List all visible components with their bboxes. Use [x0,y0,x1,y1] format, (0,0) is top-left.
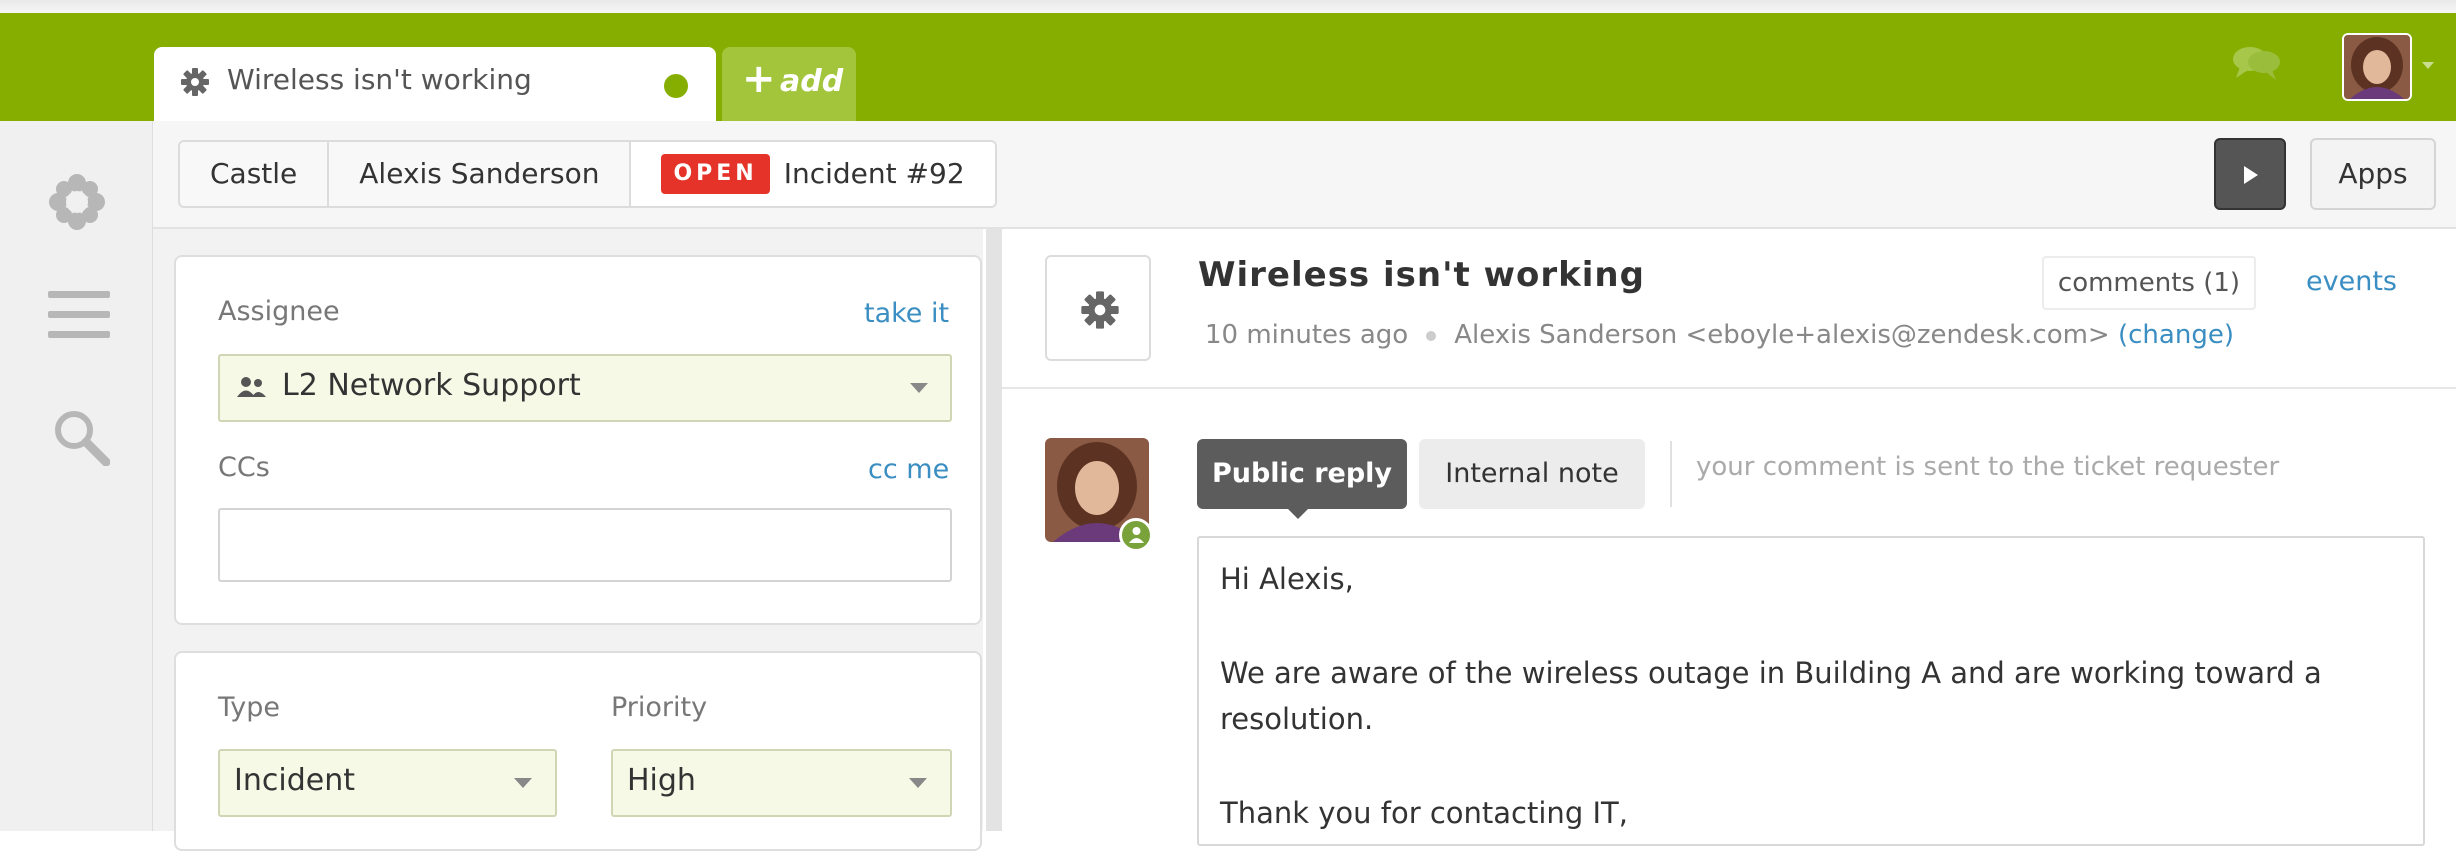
change-requester-link[interactable]: (change) [2118,320,2234,350]
ticket-meta: 10 minutes ago Alexis Sanderson <eboyle+a… [1205,320,2234,350]
ccs-input[interactable] [218,508,952,582]
play-icon [2244,166,2258,184]
tab-wireless-ticket[interactable]: Wireless isn't working [154,47,716,121]
priority-label: Priority [611,692,708,723]
ticket-label: Incident #92 [783,157,965,190]
ticket-time: 10 minutes ago [1205,320,1409,350]
agent-badge-icon [1119,518,1153,552]
public-reply-button[interactable]: Public reply [1197,439,1407,509]
take-it-link[interactable]: take it [864,298,949,329]
public-reply-pointer [1286,507,1310,519]
user-avatar[interactable] [2342,33,2412,101]
apps-button[interactable]: Apps [2310,138,2436,210]
type-select[interactable]: Incident [218,749,557,817]
breadcrumb-ticket[interactable]: OPEN Incident #92 [631,142,995,206]
zendesk-logo-icon[interactable] [46,171,108,237]
divider [1670,441,1672,507]
gear-icon [180,67,210,97]
add-tab-label: add [780,64,844,99]
properties-scrollbar[interactable] [986,229,1002,831]
add-tab-button[interactable]: + add [722,47,856,121]
play-button[interactable] [2214,138,2286,210]
comment-line: We are aware of the wireless outage in B… [1220,656,2322,690]
internal-note-button[interactable]: Internal note [1419,439,1645,509]
reply-hint: your comment is sent to the ticket reque… [1696,452,2280,482]
assignee-label: Assignee [218,296,340,327]
breadcrumb-requester[interactable]: Alexis Sanderson [329,142,632,206]
type-label: Type [218,692,281,723]
menu-icon[interactable] [48,291,110,345]
tab-comments[interactable]: comments (1) [2042,256,2256,310]
search-icon[interactable] [52,408,111,470]
tab-events[interactable]: events [2306,266,2397,297]
plus-icon: + [742,56,776,102]
ticket-requester: Alexis Sanderson <eboyle+alexis@zendesk.… [1454,320,2110,350]
breadcrumb: Castle Alexis Sanderson OPEN Incident #9… [178,140,997,208]
assignee-value: L2 Network Support [282,368,581,403]
tab-title: Wireless isn't working [227,63,532,96]
priority-value: High [627,763,696,798]
ticket-title: Wireless isn't working [1198,255,1645,295]
left-navigation [0,121,153,831]
type-priority-card: Type Priority Incident High [174,651,982,851]
unsaved-indicator [664,74,688,98]
breadcrumb-organization[interactable]: Castle [180,142,330,206]
chevron-down-icon [909,778,927,788]
window-top-edge [0,0,2456,13]
comment-line: Thank you for contacting IT, [1220,796,1628,830]
gear-icon [1081,291,1119,329]
type-value: Incident [234,763,355,798]
assignee-card: Assignee take it L2 Network Support CCs … [174,255,982,625]
comment-line: Hi Alexis, [1220,562,1354,596]
ccs-label: CCs [218,452,270,483]
chat-bubbles-icon[interactable] [2228,42,2284,86]
cc-me-link[interactable]: cc me [868,454,949,485]
chevron-down-icon [910,383,928,393]
assignee-select[interactable]: L2 Network Support [218,354,952,422]
caret-down-icon[interactable] [2418,55,2438,75]
separator-dot [1426,330,1437,341]
comment-line: resolution. [1220,702,1374,736]
priority-select[interactable]: High [611,749,952,817]
chevron-down-icon [514,778,532,788]
status-badge: OPEN [661,154,770,194]
group-icon [236,376,268,402]
ticket-icon [1045,255,1151,361]
